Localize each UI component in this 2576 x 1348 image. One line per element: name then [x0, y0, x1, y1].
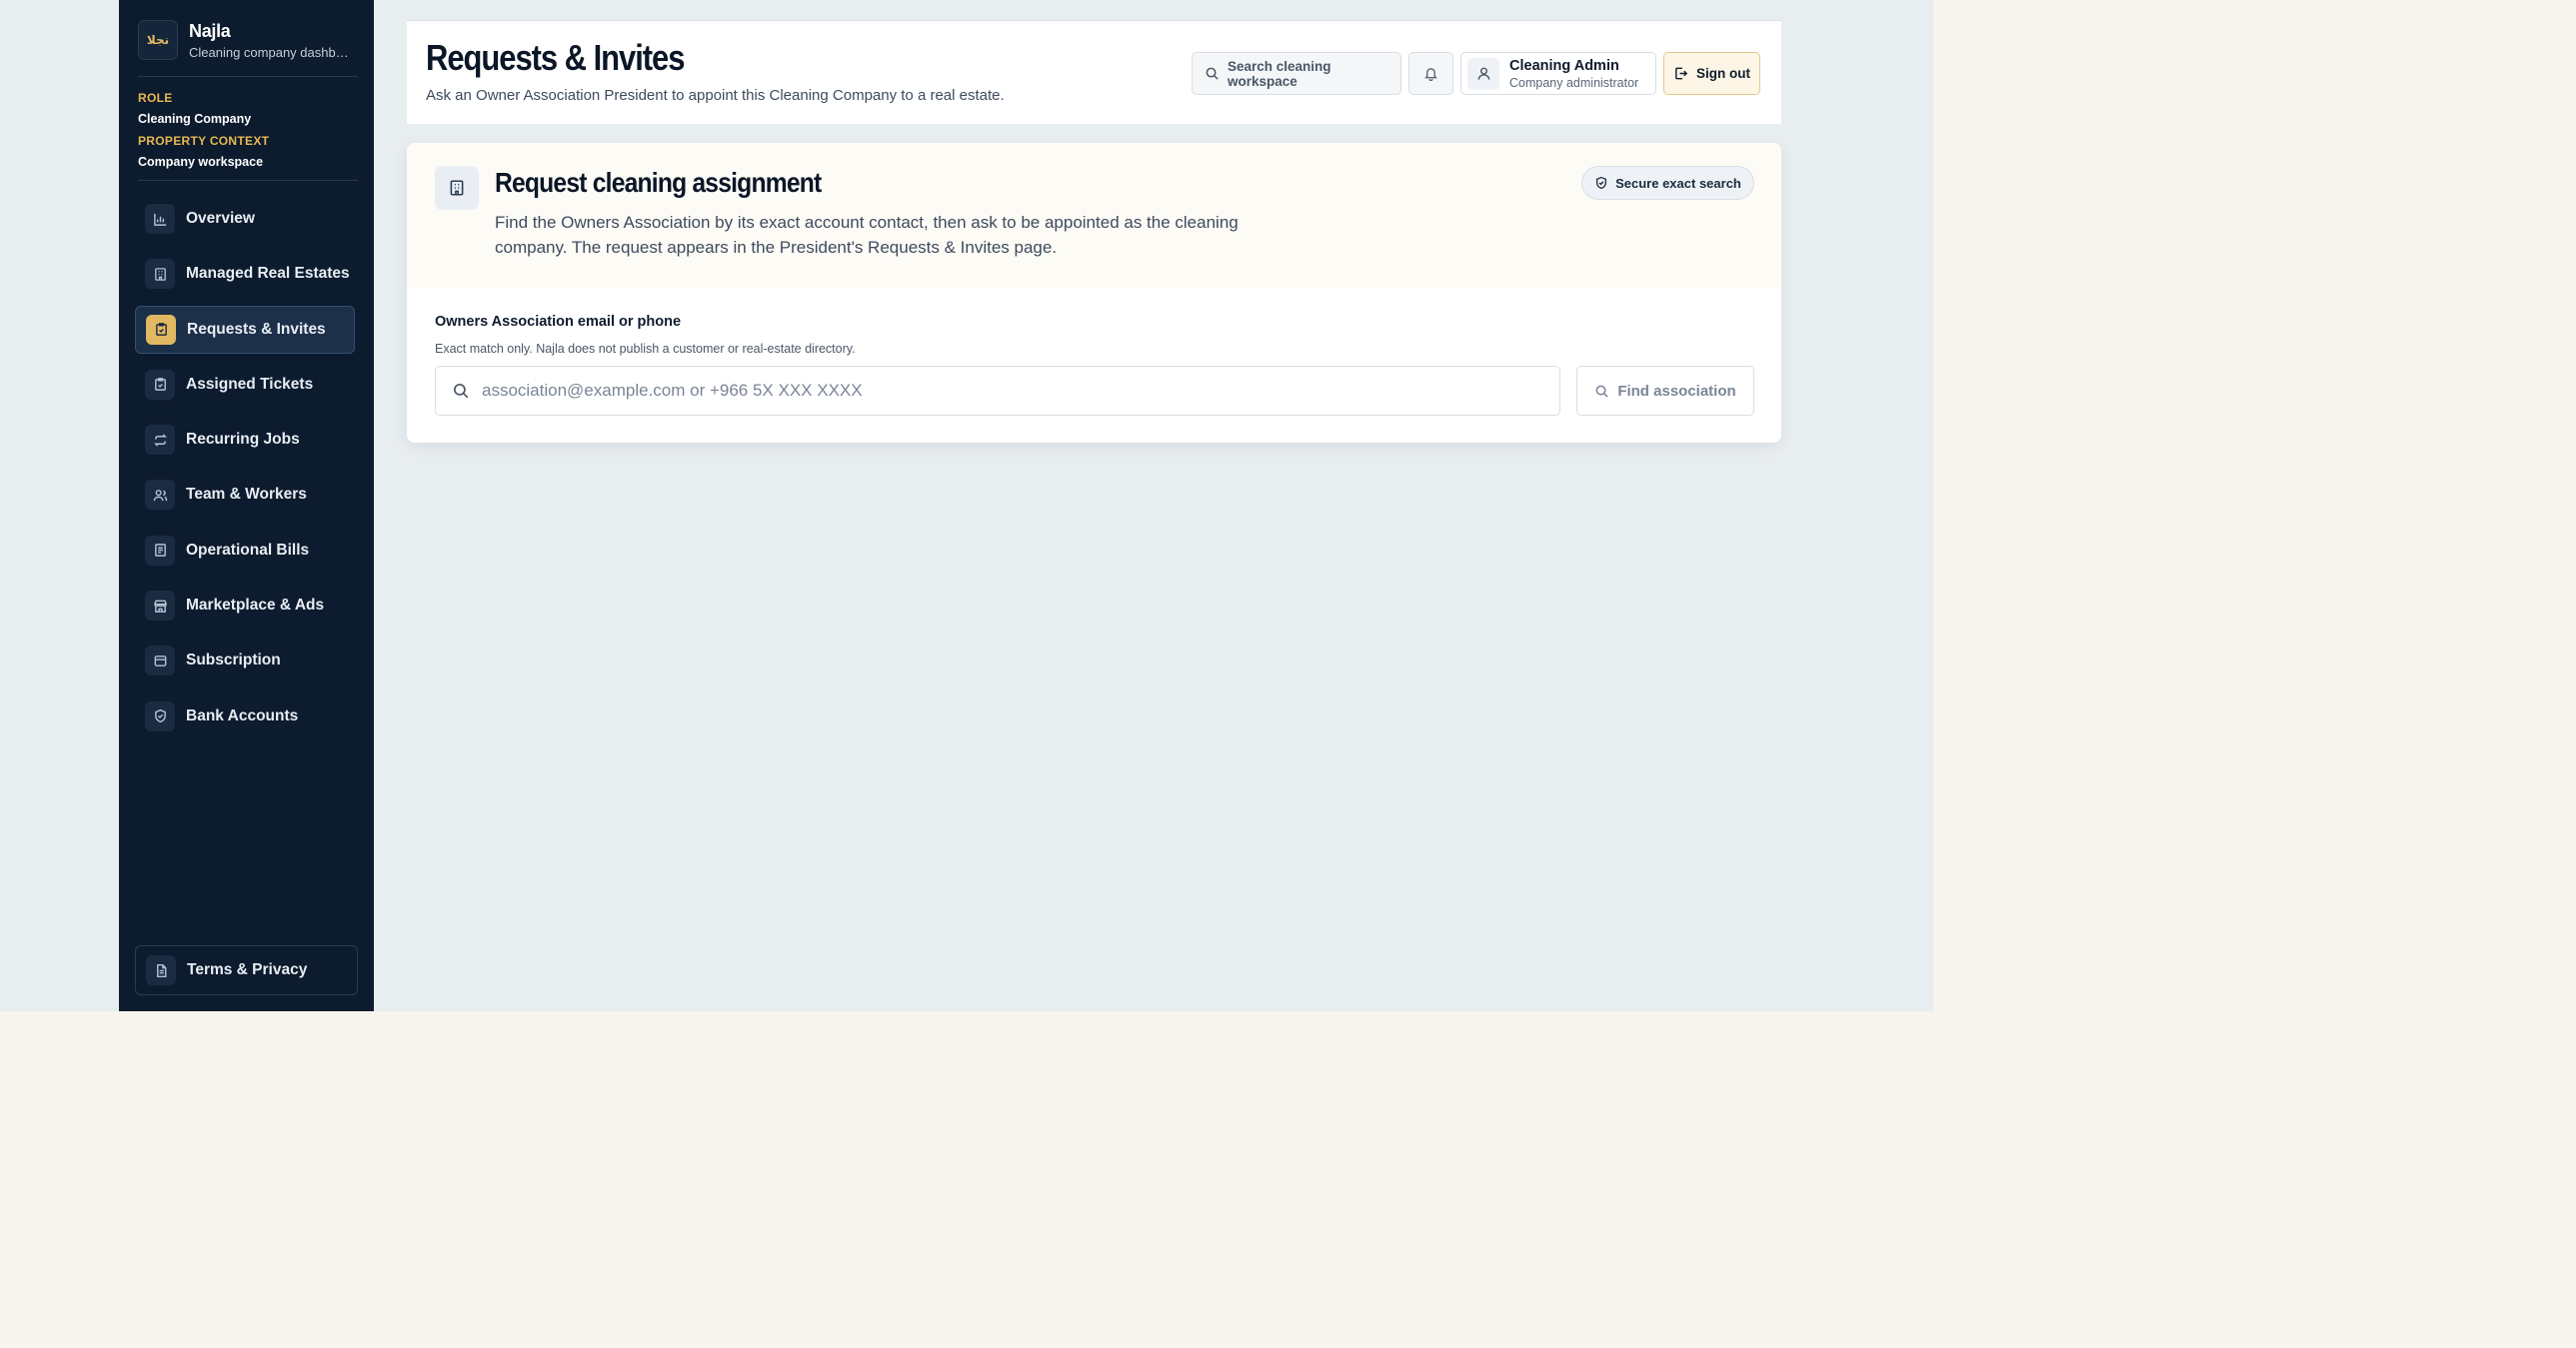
sidebar-item-label: Requests & Invites [187, 320, 326, 338]
clipboard-check-icon [146, 314, 176, 345]
user-icon [1477, 67, 1489, 80]
sidebar-item-marketplace-ads[interactable]: Marketplace & Ads [135, 582, 355, 630]
repeat-icon [145, 425, 175, 456]
brand-subtitle: Cleaning company dashboard [189, 44, 351, 60]
user-role: Company administrator [1509, 75, 1639, 90]
request-assignment-card: Request cleaning assignment Find the Own… [407, 143, 1781, 443]
receipt-icon [145, 535, 175, 566]
badge-label: Secure exact search [1615, 175, 1741, 191]
notifications-button[interactable] [1408, 52, 1453, 95]
sidebar-item-bank-accounts[interactable]: Bank Accounts [135, 692, 355, 740]
wallet-icon [145, 646, 175, 676]
role-value: Cleaning Company [138, 112, 252, 126]
find-association-label: Find association [1617, 382, 1736, 400]
sidebar-item-subscription[interactable]: Subscription [135, 637, 355, 684]
page-subtitle: Ask an Owner Association President to ap… [426, 87, 1005, 104]
card-description: Find the Owners Association by its exact… [495, 213, 1239, 257]
sidebar-item-label: Subscription [186, 652, 281, 670]
sign-out-icon [1673, 66, 1688, 81]
bar-chart-icon [145, 204, 175, 234]
sidebar-item-assigned-tickets[interactable]: Assigned Tickets [135, 361, 355, 409]
sidebar-item-label: Operational Bills [186, 541, 310, 559]
terms-privacy-label: Terms & Privacy [187, 961, 308, 978]
context-label: PROPERTY CONTEXT [138, 134, 270, 148]
sign-out-button[interactable]: Sign out [1663, 52, 1760, 95]
search-icon [1205, 66, 1220, 81]
association-contact-help: Exact match only. Najla does not publish… [435, 342, 856, 356]
brand-name: Najla [189, 20, 231, 41]
avatar [1467, 57, 1499, 90]
user-name: Cleaning Admin [1509, 57, 1619, 74]
association-search-field[interactable] [435, 366, 1560, 416]
clipboard-check-icon [145, 369, 175, 400]
context-value: Company workspace [138, 155, 264, 169]
find-association-button[interactable]: Find association [1576, 366, 1754, 416]
role-block: ROLE Cleaning Company [138, 91, 251, 126]
sidebar-item-label: Managed Real Estates [186, 265, 350, 283]
page-header: Requests & Invites Ask an Owner Associat… [407, 20, 1781, 124]
sidebar: نجلا Najla Cleaning company dashboard RO… [119, 0, 374, 1011]
page-title: Requests & Invites [426, 37, 685, 78]
bell-icon [1423, 66, 1438, 81]
search-icon [452, 382, 470, 400]
document-icon [146, 955, 176, 985]
terms-privacy-link[interactable]: Terms & Privacy [135, 945, 358, 995]
brand[interactable]: نجلا Najla Cleaning company dashboard [138, 20, 358, 60]
store-icon [145, 591, 175, 622]
sidebar-item-label: Bank Accounts [186, 706, 299, 724]
search-icon [1594, 384, 1609, 399]
sidebar-item-operational-bills[interactable]: Operational Bills [135, 527, 355, 575]
context-block: PROPERTY CONTEXT Company workspace [138, 134, 269, 169]
sidebar-item-team-workers[interactable]: Team & Workers [135, 471, 355, 519]
sidebar-item-managed-real-estates[interactable]: Managed Real Estates [135, 250, 355, 298]
sign-out-label: Sign out [1696, 66, 1750, 81]
association-contact-input[interactable] [482, 381, 1559, 401]
divider [138, 76, 358, 77]
secure-search-badge: Secure exact search [1581, 166, 1754, 200]
divider [138, 180, 358, 181]
app-window: نجلا Najla Cleaning company dashboard RO… [0, 0, 1933, 1011]
sidebar-item-requests-invites[interactable]: Requests & Invites [135, 305, 355, 354]
sidebar-nav: Overview Managed Real Estates Requests &… [135, 195, 355, 747]
workspace-search-placeholder: Search cleaning workspace [1228, 58, 1331, 89]
workspace-search[interactable]: Search cleaning workspace [1192, 52, 1401, 95]
users-icon [145, 480, 175, 511]
shield-icon [1594, 176, 1608, 190]
role-label: ROLE [138, 91, 173, 105]
sidebar-item-recurring-jobs[interactable]: Recurring Jobs [135, 416, 355, 464]
sidebar-item-label: Recurring Jobs [186, 431, 300, 449]
building-icon [145, 259, 175, 290]
association-contact-label: Owners Association email or phone [435, 314, 682, 330]
building-icon [435, 166, 479, 210]
shield-icon [145, 700, 175, 731]
sidebar-item-overview[interactable]: Overview [135, 195, 355, 243]
card-title: Request cleaning assignment [495, 167, 822, 198]
sidebar-item-label: Marketplace & Ads [186, 597, 325, 615]
sidebar-item-label: Overview [186, 210, 255, 227]
brand-logo: نجلا [138, 20, 178, 60]
user-menu[interactable]: Cleaning Admin Company administrator [1460, 52, 1656, 95]
sidebar-item-label: Assigned Tickets [186, 375, 314, 393]
sidebar-item-label: Team & Workers [186, 486, 307, 504]
